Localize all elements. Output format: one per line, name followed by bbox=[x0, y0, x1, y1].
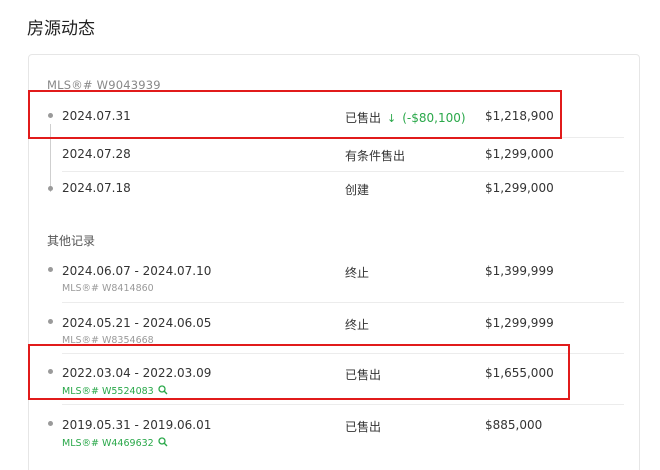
timeline-dot bbox=[48, 319, 53, 324]
row-divider bbox=[62, 353, 624, 354]
record-mls-link[interactable]: MLS®# W4469632 bbox=[62, 437, 168, 449]
record-price: $1,655,000 bbox=[485, 366, 554, 380]
history-row-conditional: 2024.07.28 有条件售出 $1,299,000 bbox=[40, 144, 625, 168]
record-mls[interactable]: MLS®# W4469632 bbox=[62, 438, 154, 449]
timeline-dot bbox=[48, 369, 53, 374]
search-icon[interactable] bbox=[158, 437, 168, 447]
record-mls: MLS®# W8414860 bbox=[62, 283, 154, 294]
record-date-range: 2024.06.07 - 2024.07.10 bbox=[62, 264, 212, 278]
history-row-record: 2024.06.07 - 2024.07.10 MLS®# W8414860 终… bbox=[40, 262, 625, 298]
row-divider bbox=[62, 171, 624, 172]
other-records-label: 其他记录 bbox=[47, 234, 96, 248]
event-date: 2024.07.31 bbox=[62, 109, 131, 123]
history-row-record: 2024.05.21 - 2024.06.05 MLS®# W8354668 终… bbox=[40, 314, 625, 350]
price-change: (-$80,100) bbox=[402, 111, 466, 125]
record-date-range: 2019.05.31 - 2019.06.01 bbox=[62, 418, 212, 432]
event-status: 已售出 ↓ (-$80,100) bbox=[345, 109, 466, 126]
event-price: $1,299,000 bbox=[485, 147, 554, 161]
record-price: $1,399,999 bbox=[485, 264, 554, 278]
record-status: 已售出 bbox=[345, 368, 382, 382]
timeline-dot bbox=[48, 421, 53, 426]
timeline-dot bbox=[48, 186, 53, 191]
event-date: 2024.07.28 bbox=[62, 147, 131, 161]
history-row-record: 2019.05.31 - 2019.06.01 MLS®# W4469632 已… bbox=[40, 416, 625, 452]
current-mls-label: MLS®# W9043939 bbox=[47, 78, 161, 92]
row-divider bbox=[62, 137, 624, 138]
history-row-sold-current: 2024.07.31 已售出 ↓ (-$80,100) $1,218,900 bbox=[40, 104, 625, 134]
listing-history-page: 房源动态 MLS®# W9043939 2024.07.31 已售出 ↓ (-$80… bbox=[0, 0, 660, 470]
history-row-created: 2024.07.18 创建 $1,299,000 bbox=[40, 178, 625, 202]
record-date-range: 2022.03.04 - 2022.03.09 bbox=[62, 366, 212, 380]
event-date: 2024.07.18 bbox=[62, 181, 131, 195]
record-status: 已售出 bbox=[345, 420, 382, 434]
arrow-down-icon: ↓ bbox=[387, 112, 397, 125]
record-mls-link[interactable]: MLS®# W5524083 bbox=[62, 385, 168, 397]
row-divider bbox=[62, 404, 624, 405]
status-label: 已售出 bbox=[345, 111, 382, 125]
record-date-range: 2024.05.21 - 2024.06.05 bbox=[62, 316, 212, 330]
search-icon[interactable] bbox=[158, 385, 168, 395]
record-status: 终止 bbox=[345, 266, 370, 280]
record-mls[interactable]: MLS®# W5524083 bbox=[62, 386, 154, 397]
section-title: 房源动态 bbox=[27, 19, 95, 39]
record-price: $1,299,999 bbox=[485, 316, 554, 330]
event-price: $1,299,000 bbox=[485, 181, 554, 195]
record-mls: MLS®# W8354668 bbox=[62, 335, 154, 346]
record-status: 终止 bbox=[345, 318, 370, 332]
record-price: $885,000 bbox=[485, 418, 543, 432]
timeline-dot bbox=[48, 267, 53, 272]
event-status: 创建 bbox=[345, 183, 370, 197]
event-status: 有条件售出 bbox=[345, 149, 406, 163]
row-divider bbox=[62, 302, 624, 303]
event-price: $1,218,900 bbox=[485, 109, 554, 123]
timeline-dot bbox=[48, 113, 53, 118]
history-row-record: 2022.03.04 - 2022.03.09 MLS®# W5524083 已… bbox=[40, 364, 625, 400]
